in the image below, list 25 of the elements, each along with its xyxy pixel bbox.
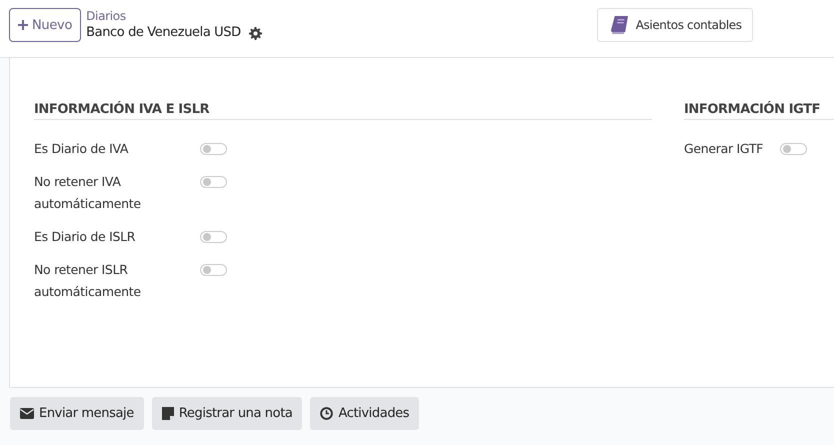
settings-icon[interactable] [248,26,262,40]
section-title: INFORMACIÓN IGTF [684,102,834,120]
activities-button[interactable]: Actividades [310,397,420,430]
record-title: Banco de Venezuela USD [86,24,241,42]
book-icon [610,16,628,34]
toggle-switch[interactable] [200,143,227,155]
toggle-switch[interactable] [200,264,227,276]
section-title: INFORMACIÓN IVA E ISLR [34,102,652,120]
clock-icon [320,407,334,420]
journal-entries-button[interactable]: Asientos contables [596,8,753,42]
toggle-switch[interactable] [200,231,227,243]
plus-icon [18,20,28,30]
field-label: Es Diario de IVA [34,140,130,158]
envelope-icon [20,408,34,419]
send-message-button[interactable]: Enviar mensaje [10,397,144,430]
breadcrumb-link[interactable]: Diarios [86,8,262,24]
field-label: Es Diario de ISLR [34,228,136,246]
field-label: No retener ISLR automáticamente [34,261,142,301]
new-button[interactable]: Nuevo [9,8,82,42]
log-note-button[interactable]: Registrar una nota [152,397,302,430]
toggle-switch[interactable] [200,176,227,188]
toggle-switch[interactable] [780,143,807,155]
field-label: Generar IGTF [684,140,764,158]
field-label: No retener IVA automáticamente [34,173,142,213]
note-icon [162,407,174,420]
